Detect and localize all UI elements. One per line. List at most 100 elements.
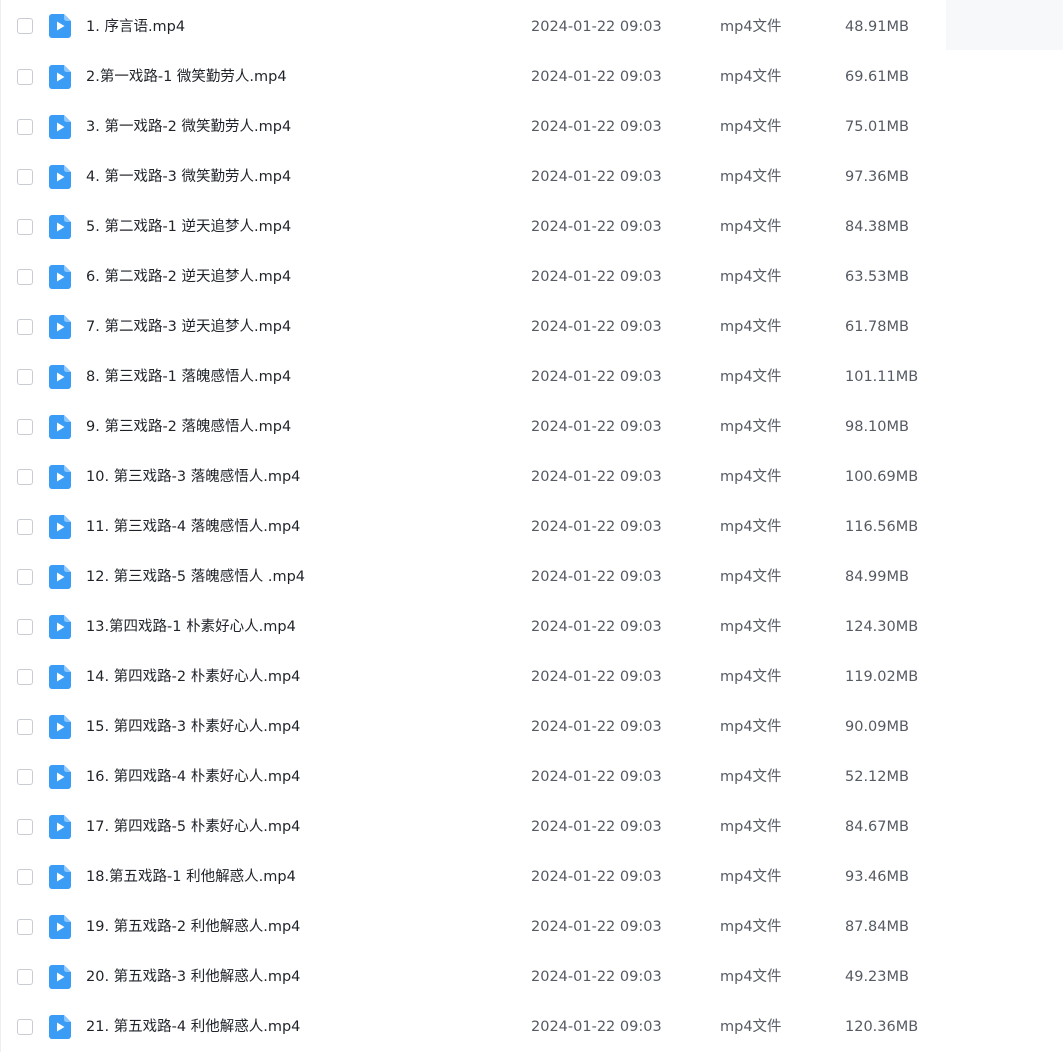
file-date: 2024-01-22 09:03 [531, 219, 662, 235]
file-size: 63.53MB [845, 269, 909, 285]
row-checkbox[interactable] [17, 369, 33, 385]
file-row[interactable]: 1. 序言语.mp4 2024-01-22 09:03 mp4文件 48.91M… [1, 0, 1063, 52]
video-file-icon [49, 565, 71, 589]
file-row[interactable]: 20. 第五戏路-3 利他解惑人.mp4 2024-01-22 09:03 mp… [1, 952, 1063, 1002]
file-row[interactable]: 21. 第五戏路-4 利他解惑人.mp4 2024-01-22 09:03 mp… [1, 1002, 1063, 1052]
file-name[interactable]: 16. 第四戏路-4 朴素好心人.mp4 [86, 752, 300, 802]
file-name[interactable]: 14. 第四戏路-2 朴素好心人.mp4 [86, 652, 300, 702]
file-date: 2024-01-22 09:03 [531, 19, 662, 35]
file-row[interactable]: 14. 第四戏路-2 朴素好心人.mp4 2024-01-22 09:03 mp… [1, 652, 1063, 702]
file-name[interactable]: 10. 第三戏路-3 落魄感悟人.mp4 [86, 452, 300, 502]
row-checkbox[interactable] [17, 219, 33, 235]
file-name[interactable]: 6. 第二戏路-2 逆天追梦人.mp4 [86, 252, 291, 302]
file-date: 2024-01-22 09:03 [531, 119, 662, 135]
file-name[interactable]: 12. 第三戏路-5 落魄感悟人 .mp4 [86, 552, 305, 602]
video-file-icon [49, 365, 71, 389]
file-row[interactable]: 15. 第四戏路-3 朴素好心人.mp4 2024-01-22 09:03 mp… [1, 702, 1063, 752]
file-date: 2024-01-22 09:03 [531, 969, 662, 985]
video-file-icon [49, 215, 71, 239]
file-row[interactable]: 16. 第四戏路-4 朴素好心人.mp4 2024-01-22 09:03 mp… [1, 752, 1063, 802]
file-type: mp4文件 [720, 1019, 782, 1035]
row-checkbox[interactable] [17, 669, 33, 685]
row-checkbox[interactable] [17, 119, 33, 135]
file-row[interactable]: 12. 第三戏路-5 落魄感悟人 .mp4 2024-01-22 09:03 m… [1, 552, 1063, 602]
row-checkbox[interactable] [17, 919, 33, 935]
video-file-icon [49, 265, 71, 289]
file-type: mp4文件 [720, 669, 782, 685]
video-file-icon [49, 415, 71, 439]
row-checkbox[interactable] [17, 169, 33, 185]
row-checkbox[interactable] [17, 69, 33, 85]
file-row[interactable]: 11. 第三戏路-4 落魄感悟人.mp4 2024-01-22 09:03 mp… [1, 502, 1063, 552]
file-date: 2024-01-22 09:03 [531, 319, 662, 335]
file-date: 2024-01-22 09:03 [531, 1019, 662, 1035]
file-row[interactable]: 17. 第四戏路-5 朴素好心人.mp4 2024-01-22 09:03 mp… [1, 802, 1063, 852]
file-row[interactable]: 3. 第一戏路-2 微笑勤劳人.mp4 2024-01-22 09:03 mp4… [1, 102, 1063, 152]
file-row[interactable]: 7. 第二戏路-3 逆天追梦人.mp4 2024-01-22 09:03 mp4… [1, 302, 1063, 352]
file-row[interactable]: 13.第四戏路-1 朴素好心人.mp4 2024-01-22 09:03 mp4… [1, 602, 1063, 652]
file-name[interactable]: 18.第五戏路-1 利他解惑人.mp4 [86, 852, 296, 902]
file-row[interactable]: 8. 第三戏路-1 落魄感悟人.mp4 2024-01-22 09:03 mp4… [1, 352, 1063, 402]
file-type: mp4文件 [720, 419, 782, 435]
row-checkbox[interactable] [17, 619, 33, 635]
file-date: 2024-01-22 09:03 [531, 369, 662, 385]
file-name[interactable]: 3. 第一戏路-2 微笑勤劳人.mp4 [86, 102, 291, 152]
file-row[interactable]: 19. 第五戏路-2 利他解惑人.mp4 2024-01-22 09:03 mp… [1, 902, 1063, 952]
file-list: 1. 序言语.mp4 2024-01-22 09:03 mp4文件 48.91M… [0, 0, 1063, 1052]
file-name[interactable]: 19. 第五戏路-2 利他解惑人.mp4 [86, 902, 300, 952]
file-name[interactable]: 15. 第四戏路-3 朴素好心人.mp4 [86, 702, 300, 752]
file-name[interactable]: 1. 序言语.mp4 [86, 0, 185, 54]
file-row[interactable]: 9. 第三戏路-2 落魄感悟人.mp4 2024-01-22 09:03 mp4… [1, 402, 1063, 452]
file-name[interactable]: 4. 第一戏路-3 微笑勤劳人.mp4 [86, 152, 291, 202]
row-checkbox[interactable] [17, 869, 33, 885]
file-size: 75.01MB [845, 119, 909, 135]
file-name[interactable]: 21. 第五戏路-4 利他解惑人.mp4 [86, 1002, 300, 1052]
file-row[interactable]: 6. 第二戏路-2 逆天追梦人.mp4 2024-01-22 09:03 mp4… [1, 252, 1063, 302]
file-name[interactable]: 2.第一戏路-1 微笑勤劳人.mp4 [86, 52, 287, 102]
row-checkbox[interactable] [17, 569, 33, 585]
file-size: 90.09MB [845, 719, 909, 735]
file-type: mp4文件 [720, 569, 782, 585]
file-name[interactable]: 8. 第三戏路-1 落魄感悟人.mp4 [86, 352, 291, 402]
row-checkbox[interactable] [17, 819, 33, 835]
file-name[interactable]: 7. 第二戏路-3 逆天追梦人.mp4 [86, 302, 291, 352]
file-name[interactable]: 17. 第四戏路-5 朴素好心人.mp4 [86, 802, 300, 852]
file-date: 2024-01-22 09:03 [531, 619, 662, 635]
file-name[interactable]: 13.第四戏路-1 朴素好心人.mp4 [86, 602, 296, 652]
row-checkbox[interactable] [17, 719, 33, 735]
row-checkbox[interactable] [17, 419, 33, 435]
file-name[interactable]: 11. 第三戏路-4 落魄感悟人.mp4 [86, 502, 300, 552]
row-checkbox[interactable] [17, 519, 33, 535]
file-size: 61.78MB [845, 319, 909, 335]
video-file-icon [49, 465, 71, 489]
file-size: 84.38MB [845, 219, 909, 235]
file-size: 84.67MB [845, 819, 909, 835]
file-row[interactable]: 10. 第三戏路-3 落魄感悟人.mp4 2024-01-22 09:03 mp… [1, 452, 1063, 502]
file-size: 97.36MB [845, 169, 909, 185]
row-checkbox[interactable] [17, 969, 33, 985]
file-date: 2024-01-22 09:03 [531, 69, 662, 85]
file-row[interactable]: 2.第一戏路-1 微笑勤劳人.mp4 2024-01-22 09:03 mp4文… [1, 52, 1063, 102]
video-file-icon [49, 865, 71, 889]
video-file-icon [49, 615, 71, 639]
file-type: mp4文件 [720, 769, 782, 785]
row-checkbox[interactable] [17, 18, 33, 34]
video-file-icon [49, 65, 71, 89]
file-size: 52.12MB [845, 769, 909, 785]
row-checkbox[interactable] [17, 1019, 33, 1035]
file-row[interactable]: 18.第五戏路-1 利他解惑人.mp4 2024-01-22 09:03 mp4… [1, 852, 1063, 902]
file-row[interactable]: 5. 第二戏路-1 逆天追梦人.mp4 2024-01-22 09:03 mp4… [1, 202, 1063, 252]
file-type: mp4文件 [720, 169, 782, 185]
file-row[interactable]: 4. 第一戏路-3 微笑勤劳人.mp4 2024-01-22 09:03 mp4… [1, 152, 1063, 202]
row-checkbox[interactable] [17, 319, 33, 335]
file-type: mp4文件 [720, 269, 782, 285]
row-checkbox[interactable] [17, 269, 33, 285]
row-checkbox[interactable] [17, 769, 33, 785]
row-checkbox[interactable] [17, 469, 33, 485]
file-name[interactable]: 20. 第五戏路-3 利他解惑人.mp4 [86, 952, 300, 1002]
file-type: mp4文件 [720, 369, 782, 385]
video-file-icon [49, 515, 71, 539]
file-name[interactable]: 9. 第三戏路-2 落魄感悟人.mp4 [86, 402, 291, 452]
file-name[interactable]: 5. 第二戏路-1 逆天追梦人.mp4 [86, 202, 291, 252]
file-date: 2024-01-22 09:03 [531, 469, 662, 485]
